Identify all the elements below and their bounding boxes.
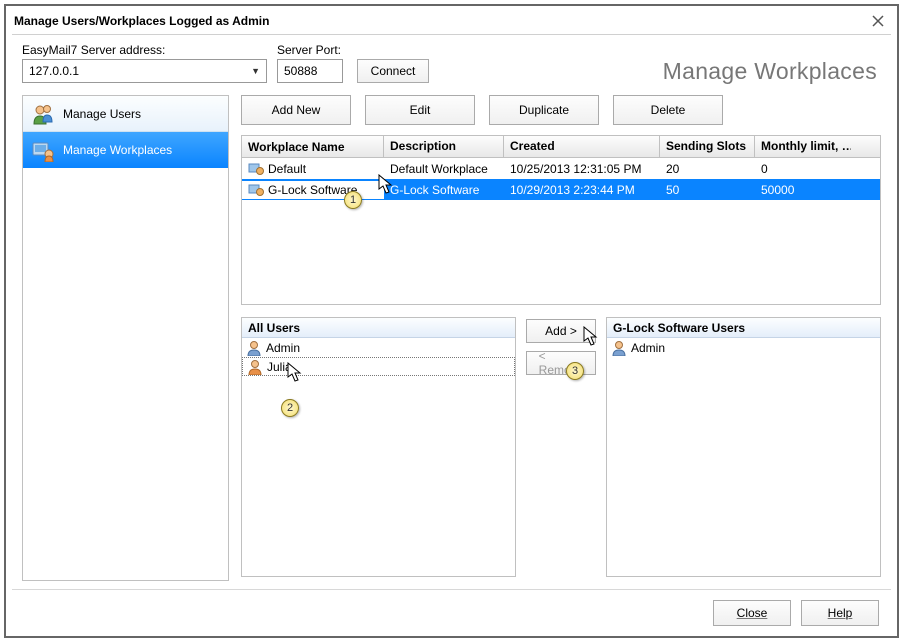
chevron-down-icon: ▼ — [251, 66, 260, 76]
dialog-window: Manage Users/Workplaces Logged as Admin … — [4, 4, 899, 638]
server-port-input[interactable]: 50888 — [277, 59, 343, 83]
add-new-button[interactable]: Add New — [241, 95, 351, 125]
user-icon — [611, 340, 627, 356]
toolbar: Add New Edit Duplicate Delete — [241, 95, 881, 125]
add-user-button[interactable]: Add > — [526, 319, 596, 343]
group-users-header: G-Lock Software Users — [607, 318, 880, 338]
lower-panels: All Users Admin Julia 2 Add > — [241, 317, 881, 577]
title-separator — [12, 34, 891, 35]
sidebar: Manage Users Manage Workplaces — [22, 95, 229, 581]
column-header-limit[interactable]: Monthly limit, … — [755, 136, 851, 157]
edit-button[interactable]: Edit — [365, 95, 475, 125]
content-column: Add New Edit Duplicate Delete Workplace … — [241, 95, 881, 581]
server-address-value: 127.0.0.1 — [29, 64, 79, 78]
callout-badge: 1 — [344, 191, 362, 209]
grid-row[interactable]: G-Lock Software G-Lock Software 10/29/20… — [242, 179, 880, 200]
column-header-slots[interactable]: Sending Slots — [660, 136, 755, 157]
workplace-icon — [248, 162, 264, 176]
column-header-description[interactable]: Description — [384, 136, 504, 157]
help-button[interactable]: Help — [801, 600, 879, 626]
column-header-name[interactable]: Workplace Name — [242, 136, 384, 157]
sidebar-item-manage-workplaces[interactable]: Manage Workplaces — [23, 132, 228, 168]
user-item[interactable]: Admin — [607, 338, 880, 357]
close-icon[interactable] — [869, 12, 887, 30]
all-users-header: All Users — [242, 318, 515, 338]
user-item[interactable]: Julia — [242, 357, 515, 376]
grid-header: Workplace Name Description Created Sendi… — [242, 136, 880, 158]
workplace-icon — [248, 183, 264, 197]
column-header-created[interactable]: Created — [504, 136, 660, 157]
connect-button[interactable]: Connect — [357, 59, 429, 83]
callout-badge: 2 — [281, 399, 299, 417]
page-heading: Manage Workplaces — [663, 58, 877, 85]
footer-separator — [12, 589, 891, 590]
server-port-label: Server Port: — [277, 43, 343, 57]
connection-form: EasyMail7 Server address: 127.0.0.1 ▼ Se… — [6, 43, 897, 83]
group-users-panel: G-Lock Software Users Admin — [606, 317, 881, 577]
remove-user-button[interactable]: < Remove — [526, 351, 596, 375]
delete-button[interactable]: Delete — [613, 95, 723, 125]
close-button[interactable]: Close — [713, 600, 791, 626]
user-icon — [247, 359, 263, 375]
footer: Close Help — [713, 600, 879, 626]
user-item[interactable]: Admin — [242, 338, 515, 357]
sidebar-item-label: Manage Workplaces — [63, 143, 172, 157]
sidebar-item-manage-users[interactable]: Manage Users — [23, 96, 228, 132]
titlebar: Manage Users/Workplaces Logged as Admin — [6, 6, 897, 34]
window-title: Manage Users/Workplaces Logged as Admin — [14, 14, 269, 28]
cursor-icon — [583, 326, 601, 348]
main-area: Manage Users Manage Workplaces Add New E… — [6, 83, 897, 581]
server-port-value: 50888 — [284, 64, 317, 78]
sidebar-item-label: Manage Users — [63, 107, 141, 121]
transfer-buttons: Add > < Remove 3 — [526, 317, 596, 577]
grid-row[interactable]: Default Default Workplace 10/25/2013 12:… — [242, 158, 880, 179]
all-users-panel: All Users Admin Julia 2 — [241, 317, 516, 577]
workplaces-grid[interactable]: Workplace Name Description Created Sendi… — [241, 135, 881, 305]
user-icon — [246, 340, 262, 356]
users-icon — [31, 102, 55, 126]
server-address-label: EasyMail7 Server address: — [22, 43, 267, 57]
workplaces-icon — [31, 138, 55, 162]
duplicate-button[interactable]: Duplicate — [489, 95, 599, 125]
callout-badge: 3 — [566, 362, 584, 380]
server-address-combo[interactable]: 127.0.0.1 ▼ — [22, 59, 267, 83]
